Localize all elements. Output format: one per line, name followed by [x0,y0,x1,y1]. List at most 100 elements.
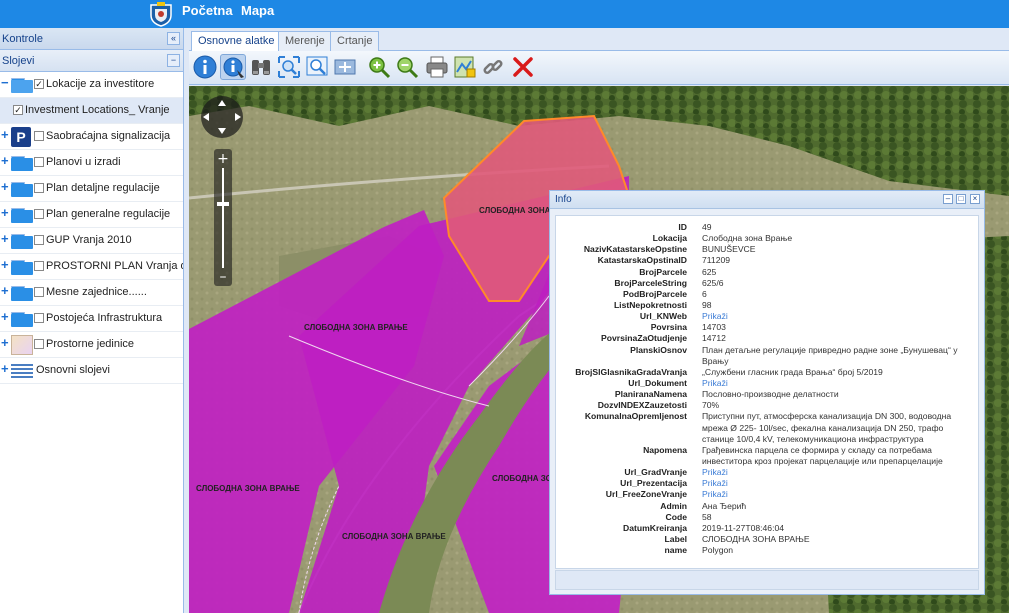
info-value: СЛОБОДНА ЗОНА ВРАЊЕ [702,533,810,544]
collapse-icon[interactable]: − [1,76,11,89]
identify-icon[interactable] [220,54,246,80]
layer-row[interactable]: + Osnovni slojevi [0,358,183,384]
info-key: Url_Dokument [628,377,687,388]
parking-icon: P [11,127,31,147]
layer-row[interactable]: + PROSTORNI PLAN Vranja od 2011 [0,254,183,280]
expand-icon[interactable]: + [1,154,11,167]
info-key: Povrsina [650,322,687,333]
binoculars-icon[interactable] [248,54,274,80]
nav-home-link[interactable]: Početna [182,3,233,18]
info-row: PovrsinaZaOtudjenje 14712 [556,333,978,344]
layer-checkbox[interactable] [34,157,44,167]
info-value: Приступни пут, атмосферска канализација … [702,411,952,444]
collapse-panel-icon[interactable]: « [167,32,180,45]
zoom-extent-icon[interactable] [276,54,302,80]
layer-checkbox[interactable] [34,313,44,323]
folder-icon [11,156,33,171]
info-row: Url_FreeZoneVranje Prikaži [556,489,978,500]
tab-basic-tools[interactable]: Osnovne alatke [191,31,282,52]
close-icon[interactable]: × [970,194,980,204]
info-link[interactable]: Prikaži [702,311,970,322]
pan-icon[interactable] [332,54,358,80]
layer-row[interactable]: ✓ Investment Locations_ Vranje [0,98,183,124]
minimize-icon[interactable]: – [943,194,953,204]
layer-checkbox[interactable] [34,339,44,349]
coat-of-arms-logo[interactable] [148,1,174,27]
info-key: Url_GradVranje [624,467,687,478]
expand-icon[interactable]: + [1,258,11,271]
top-navbar: Početna Mapa [0,0,1009,28]
expand-icon[interactable]: + [1,336,11,349]
info-link[interactable]: Prikaži [702,378,970,389]
info-value: 625/6 [702,277,724,288]
zoom-box-icon[interactable] [304,54,330,80]
expand-icon[interactable]: + [1,180,11,193]
svg-text:–: – [220,269,227,285]
layer-checkbox[interactable] [34,209,44,219]
layer-checkbox[interactable] [34,131,44,141]
layer-row[interactable]: + Plan detaljne regulacije [0,176,183,202]
info-value: 2019-11-27T08:46:04 [702,522,785,533]
info-attributes: ID 49 Lokacija Слободна зона Врање NazivKata… [555,215,979,569]
info-row: Lokacija Слободна зона Врање [556,233,978,244]
clear-icon[interactable] [510,54,536,80]
info-row: NazivKatastarskeOpstine BUNUŠEVCE [556,244,978,255]
print-icon[interactable] [424,54,450,80]
layer-checkbox[interactable] [34,235,44,245]
folder-icon [11,260,33,275]
layers-header: Slojevi − [0,50,183,72]
layer-label: Lokacije za investitore [46,78,155,90]
expand-icon[interactable]: + [1,206,11,219]
zoom-in-icon[interactable] [366,54,392,80]
nav-map-link[interactable]: Mapa [241,3,274,18]
layer-row[interactable]: + GUP Vranja 2010 [0,228,183,254]
expand-icon[interactable]: + [1,362,11,375]
info-footer [555,570,979,590]
layer-checkbox[interactable]: ✓ [34,79,44,89]
layer-row[interactable]: + Plan generalne regulacije [0,202,183,228]
layer-label: Investment Locations_ Vranje [25,104,170,116]
layer-checkbox[interactable] [34,261,44,271]
info-key: KomunalnaOpremljenost [584,411,687,422]
link-icon[interactable] [480,54,506,80]
info-row: name Polygon [556,545,978,556]
layer-row[interactable]: + Planovi u izradi [0,150,183,176]
info-link[interactable]: Prikaži [702,478,970,489]
info-key: Code [665,511,687,522]
zoom-out-icon[interactable] [394,54,420,80]
tab-draw[interactable]: Crtanje [330,31,380,51]
info-value: Слободна зона Врање [702,233,793,244]
layer-checkbox[interactable] [34,287,44,297]
info-value: 711209 [702,255,731,266]
info-link[interactable]: Prikaži [702,489,970,500]
controls-header: Kontrole « [0,28,183,50]
layer-row[interactable]: + P Saobraćajna signalizacija [0,124,183,150]
info-row: BrojSlGlasnikaGradaVranja „Службени гласн… [556,367,978,378]
map-export-icon[interactable] [452,54,478,80]
expand-icon[interactable]: + [1,232,11,245]
maximize-icon[interactable]: □ [956,194,966,204]
collapse-layers-icon[interactable]: − [167,54,180,67]
info-row: Url_Dokument Prikaži [556,378,978,389]
info-key: KatastarskaOpstinaID [597,255,687,266]
layer-label: Mesne zajednice...... [46,286,147,298]
info-value: 6 [702,288,707,299]
expand-icon[interactable]: + [1,284,11,297]
layer-checkbox[interactable] [34,183,44,193]
layer-row[interactable]: + Mesne zajednice...... [0,280,183,306]
info-icon[interactable] [192,54,218,80]
expand-icon[interactable]: + [1,310,11,323]
layer-row[interactable]: − ✓ Lokacije za investitore [0,72,183,98]
layer-row[interactable]: + Prostorne jedinice [0,332,183,358]
layer-row[interactable]: + Postojeća Infrastruktura [0,306,183,332]
info-key: ListNepokretnosti [613,299,687,310]
zone-label-4: СЛОБОДНА ЗОНА ВРАЊЕ [342,532,446,541]
layer-checkbox[interactable]: ✓ [13,105,23,115]
info-row: Url_GradVranje Prikaži [556,467,978,478]
tab-measure[interactable]: Merenje [278,31,332,51]
info-link[interactable]: Prikaži [702,467,970,478]
expand-icon[interactable]: + [1,128,11,141]
layer-label: Planovi u izradi [46,156,121,168]
info-row: DatumKreiranja 2019-11-27T08:46:04 [556,523,978,534]
info-row: Napomena Грађевинска парцела се формира у… [556,445,978,467]
